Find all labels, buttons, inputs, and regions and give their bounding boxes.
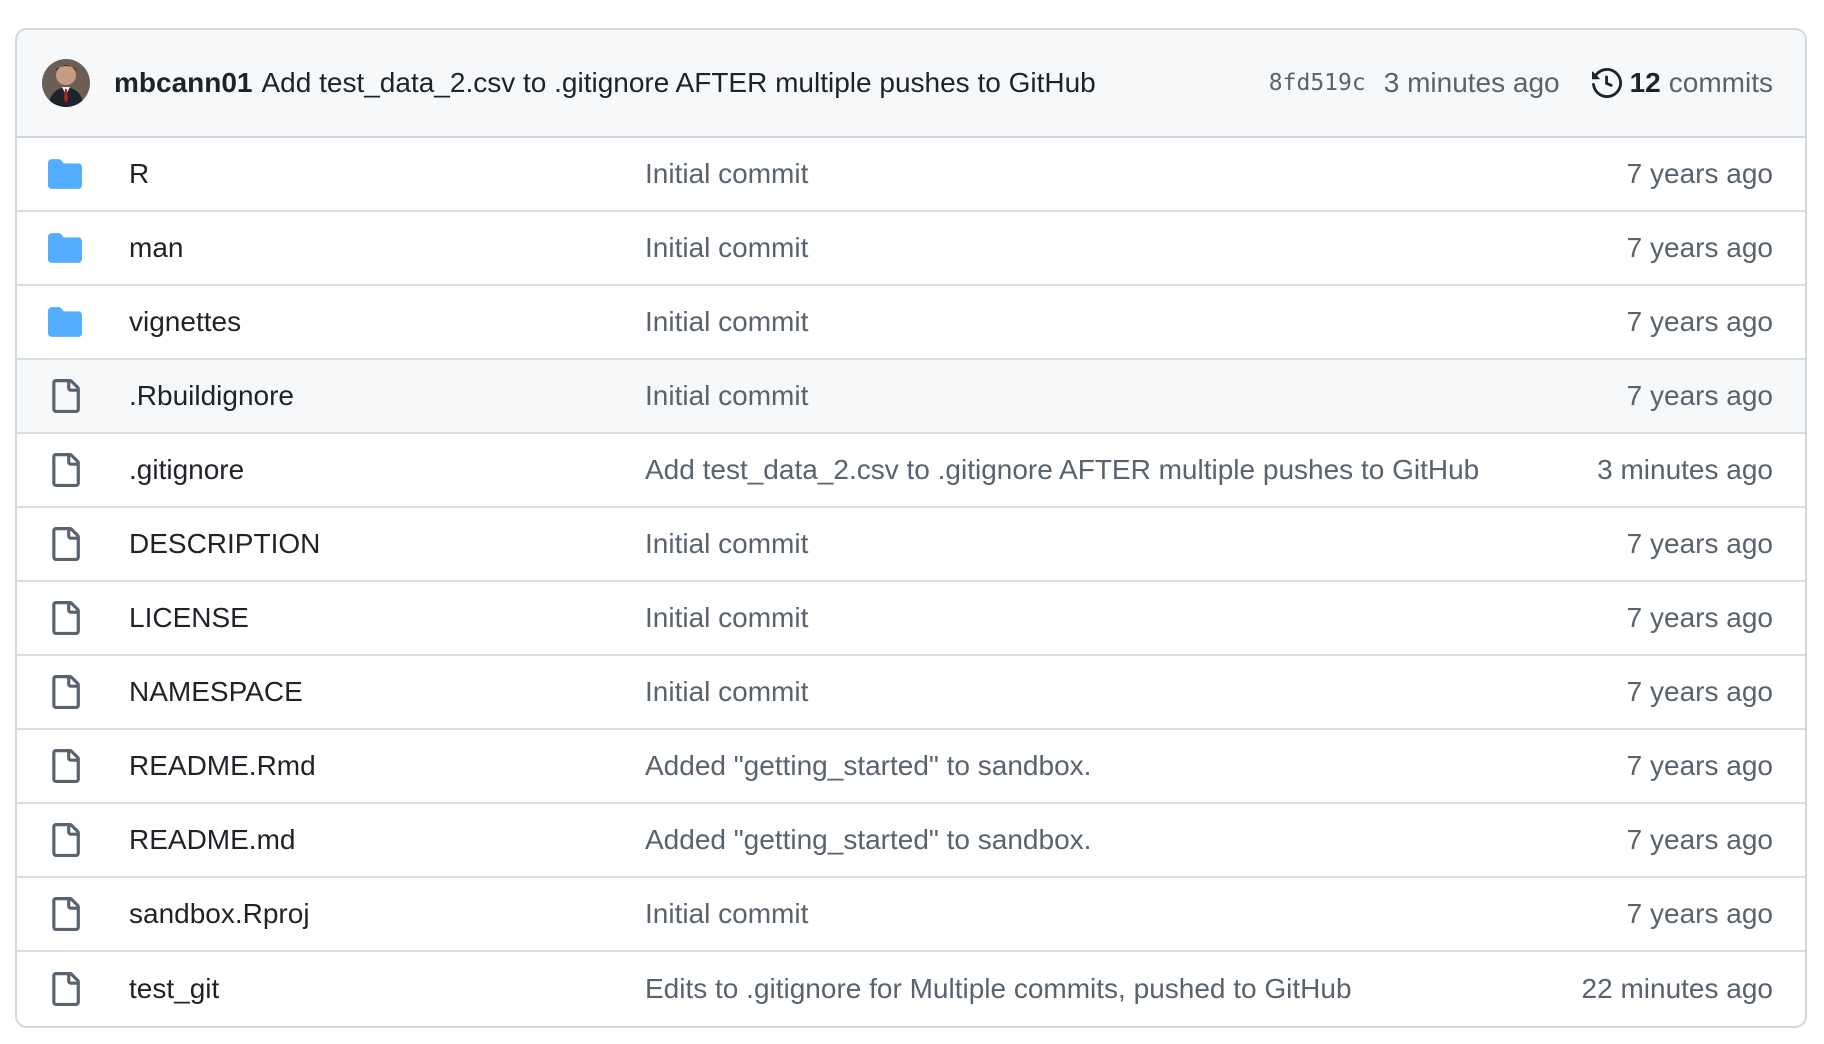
file-icon: [48, 453, 82, 487]
history-icon: [1591, 68, 1622, 98]
file-icon: [48, 972, 82, 1006]
last-commit-message-link[interactable]: Initial commit: [645, 898, 1627, 930]
file-row[interactable]: LICENSE Initial commit 7 years ago: [17, 582, 1805, 656]
commit-author[interactable]: mbcann01: [114, 67, 253, 99]
last-commit-message-link[interactable]: Initial commit: [645, 380, 1627, 412]
file-row[interactable]: .Rbuildignore Initial commit 7 years ago: [17, 360, 1805, 434]
file-name-link[interactable]: NAMESPACE: [129, 676, 645, 708]
file-row[interactable]: .gitignore Add test_data_2.csv to .gitign…: [17, 434, 1805, 508]
last-commit-age: 7 years ago: [1626, 750, 1773, 781]
last-commit-age: 7 years ago: [1626, 602, 1773, 633]
file-name-link[interactable]: sandbox.Rproj: [129, 898, 645, 930]
latest-commit-bar: mbcann01 Add test_data_2.csv to .gitigno…: [17, 30, 1805, 138]
folder-name-link[interactable]: R: [129, 158, 645, 190]
file-row[interactable]: test_git Edits to .gitignore for Multiple…: [17, 952, 1805, 1026]
file-name-link[interactable]: test_git: [129, 973, 645, 1005]
file-row[interactable]: DESCRIPTION Initial commit 7 years ago: [17, 508, 1805, 582]
last-commit-message-link[interactable]: Initial commit: [645, 306, 1627, 338]
file-row[interactable]: R Initial commit 7 years ago: [17, 138, 1805, 212]
last-commit-age: 7 years ago: [1626, 824, 1773, 855]
last-commit-age: 7 years ago: [1626, 232, 1773, 263]
file-icon: [48, 823, 82, 857]
file-row[interactable]: sandbox.Rproj Initial commit 7 years ago: [17, 878, 1805, 952]
last-commit-message-link[interactable]: Edits to .gitignore for Multiple commits…: [645, 973, 1582, 1005]
last-commit-age: 7 years ago: [1626, 158, 1773, 189]
file-icon: [48, 749, 82, 783]
file-list: R Initial commit 7 years ago man Initial com…: [17, 138, 1805, 1026]
file-icon: [48, 527, 82, 561]
last-commit-message-link[interactable]: Initial commit: [645, 232, 1627, 264]
file-icon: [48, 675, 82, 709]
file-row[interactable]: README.Rmd Added "getting_started" to san…: [17, 730, 1805, 804]
folder-icon: [48, 157, 82, 191]
folder-icon: [48, 305, 82, 339]
last-commit-age: 7 years ago: [1626, 306, 1773, 337]
file-icon: [48, 379, 82, 413]
file-row[interactable]: vignettes Initial commit 7 years ago: [17, 286, 1805, 360]
file-icon: [48, 897, 82, 931]
file-name-link[interactable]: README.md: [129, 824, 645, 856]
last-commit-message-link[interactable]: Initial commit: [645, 528, 1627, 560]
file-name-link[interactable]: README.Rmd: [129, 750, 645, 782]
commits-label: commits: [1668, 67, 1773, 98]
last-commit-age: 7 years ago: [1626, 676, 1773, 707]
last-commit-message-link[interactable]: Add test_data_2.csv to .gitignore AFTER …: [645, 454, 1597, 486]
last-commit-message-link[interactable]: Added "getting_started" to sandbox.: [645, 750, 1627, 782]
folder-name-link[interactable]: man: [129, 232, 645, 264]
last-commit-message-link[interactable]: Initial commit: [645, 158, 1627, 190]
last-commit-age: 3 minutes ago: [1597, 454, 1773, 485]
last-commit-message-link[interactable]: Initial commit: [645, 602, 1627, 634]
last-commit-age: 22 minutes ago: [1581, 973, 1773, 1004]
commit-time: 3 minutes ago: [1383, 67, 1560, 98]
folder-icon: [48, 231, 82, 265]
commits-history-link[interactable]: 12 commits: [1591, 67, 1773, 99]
file-browser: mbcann01 Add test_data_2.csv to .gitigno…: [15, 28, 1807, 1028]
folder-name-link[interactable]: vignettes: [129, 306, 645, 338]
file-name-link[interactable]: .Rbuildignore: [129, 380, 645, 412]
file-row[interactable]: README.md Added "getting_started" to sand…: [17, 804, 1805, 878]
last-commit-message-link[interactable]: Added "getting_started" to sandbox.: [645, 824, 1627, 856]
commit-message[interactable]: Add test_data_2.csv to .gitignore AFTER …: [262, 67, 1096, 99]
last-commit-age: 7 years ago: [1626, 528, 1773, 559]
commit-sha[interactable]: 8fd519c: [1269, 70, 1366, 96]
author-avatar[interactable]: [42, 59, 90, 107]
file-row[interactable]: man Initial commit 7 years ago: [17, 212, 1805, 286]
file-name-link[interactable]: LICENSE: [129, 602, 645, 634]
file-row[interactable]: NAMESPACE Initial commit 7 years ago: [17, 656, 1805, 730]
commit-count: 12: [1629, 67, 1661, 98]
file-name-link[interactable]: DESCRIPTION: [129, 528, 645, 560]
last-commit-age: 7 years ago: [1626, 898, 1773, 929]
last-commit-age: 7 years ago: [1626, 380, 1773, 411]
file-icon: [48, 601, 82, 635]
file-name-link[interactable]: .gitignore: [129, 454, 645, 486]
last-commit-message-link[interactable]: Initial commit: [645, 676, 1627, 708]
